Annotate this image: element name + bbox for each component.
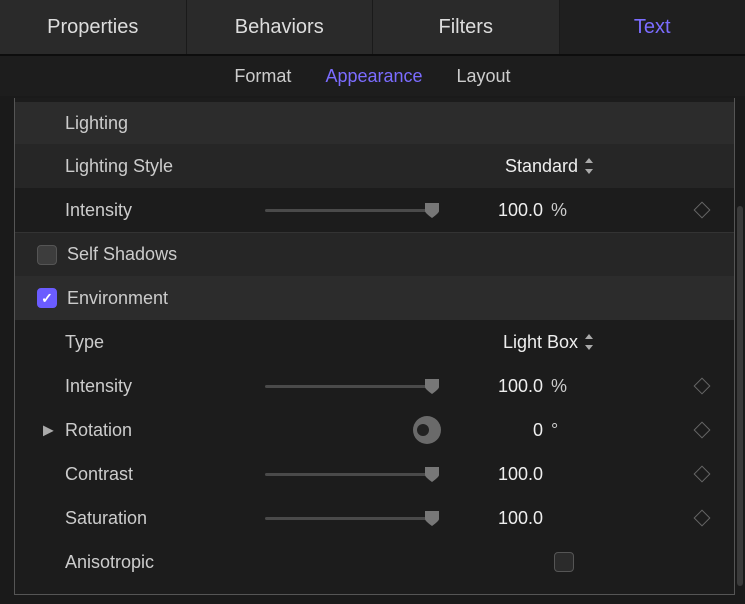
environment-anisotropic-label: Anisotropic (65, 552, 265, 573)
environment-type-value: Light Box (503, 332, 578, 353)
environment-intensity-value[interactable]: 100.0 (487, 376, 543, 397)
lighting-intensity-row: Intensity 100.0 % (15, 188, 734, 232)
self-shadows-row: Self Shadows (15, 232, 734, 276)
check-icon: ✓ (41, 290, 53, 307)
environment-intensity-slider[interactable] (265, 385, 435, 388)
environment-label: Environment (67, 288, 168, 309)
tab-text[interactable]: Text (560, 0, 745, 54)
self-shadows-checkbox[interactable] (37, 245, 57, 265)
lighting-style-value: Standard (505, 156, 578, 177)
lighting-style-label: Lighting Style (65, 156, 265, 177)
vertical-scrollbar[interactable] (737, 206, 743, 586)
environment-intensity-unit: % (551, 376, 573, 397)
environment-row: ✓ Environment (15, 276, 734, 320)
keyframe-button[interactable] (694, 378, 711, 395)
environment-contrast-row: Contrast 100.0 (15, 452, 734, 496)
lighting-section-header: Lighting (15, 102, 734, 144)
environment-intensity-row: Intensity 100.0 % (15, 364, 734, 408)
subtab-appearance[interactable]: Appearance (325, 66, 422, 87)
anisotropic-checkbox[interactable] (554, 552, 574, 572)
main-tabs: Properties Behaviors Filters Text (0, 0, 745, 56)
environment-rotation-value[interactable]: 0 (487, 420, 543, 441)
tab-properties[interactable]: Properties (0, 0, 187, 54)
environment-intensity-label: Intensity (65, 376, 265, 397)
keyframe-button[interactable] (694, 466, 711, 483)
environment-type-dropdown[interactable]: Light Box (503, 332, 594, 353)
self-shadows-label: Self Shadows (67, 244, 177, 265)
lighting-intensity-unit: % (551, 200, 573, 221)
slider-thumb-icon[interactable] (423, 509, 441, 527)
keyframe-button[interactable] (694, 422, 711, 439)
slider-thumb-icon[interactable] (423, 201, 441, 219)
subtab-layout[interactable]: Layout (457, 66, 511, 87)
environment-anisotropic-row: Anisotropic (15, 540, 734, 584)
environment-rotation-unit: ° (551, 420, 573, 441)
updown-stepper-icon (584, 158, 594, 174)
disclosure-triangle-icon[interactable]: ▶ (43, 422, 54, 439)
lighting-intensity-value[interactable]: 100.0 (487, 200, 543, 221)
environment-type-label: Type (65, 332, 265, 353)
environment-rotation-row: ▶ Rotation 0 ° (15, 408, 734, 452)
slider-thumb-icon[interactable] (423, 377, 441, 395)
keyframe-button[interactable] (694, 202, 711, 219)
environment-checkbox[interactable]: ✓ (37, 288, 57, 308)
environment-saturation-value[interactable]: 100.0 (487, 508, 543, 529)
lighting-intensity-label: Intensity (65, 200, 265, 221)
environment-saturation-row: Saturation 100.0 (15, 496, 734, 540)
appearance-panel: Lighting Lighting Style Standard Intensi… (14, 98, 735, 595)
environment-rotation-label: Rotation (65, 420, 265, 441)
sub-tabs: Format Appearance Layout (0, 56, 745, 96)
lighting-header-label: Lighting (65, 113, 128, 134)
lighting-style-row: Lighting Style Standard (15, 144, 734, 188)
environment-type-row: Type Light Box (15, 320, 734, 364)
environment-contrast-label: Contrast (65, 464, 265, 485)
lighting-style-dropdown[interactable]: Standard (505, 156, 594, 177)
keyframe-button[interactable] (694, 510, 711, 527)
rotation-dial[interactable] (413, 416, 441, 444)
environment-saturation-label: Saturation (65, 508, 265, 529)
tab-behaviors[interactable]: Behaviors (187, 0, 374, 54)
subtab-format[interactable]: Format (234, 66, 291, 87)
environment-saturation-slider[interactable] (265, 517, 435, 520)
tab-filters[interactable]: Filters (373, 0, 560, 54)
lighting-intensity-slider[interactable] (265, 209, 435, 212)
environment-contrast-slider[interactable] (265, 473, 435, 476)
environment-contrast-value[interactable]: 100.0 (487, 464, 543, 485)
updown-stepper-icon (584, 334, 594, 350)
slider-thumb-icon[interactable] (423, 465, 441, 483)
